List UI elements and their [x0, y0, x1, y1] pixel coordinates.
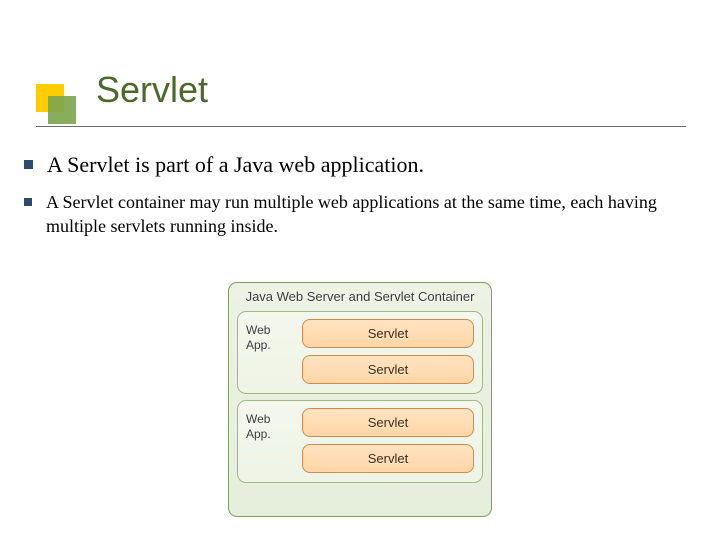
- bullet-icon: [24, 198, 32, 206]
- title-underline: [36, 126, 686, 127]
- servlet-box: Servlet: [302, 444, 474, 473]
- servlet-stack: Servlet Servlet: [302, 408, 474, 473]
- servlet-stack: Servlet Servlet: [302, 319, 474, 384]
- bullet-text: A Servlet container may run multiple web…: [46, 190, 686, 239]
- bullet-text: A Servlet is part of a Java web applicat…: [47, 150, 424, 180]
- list-item: A Servlet container may run multiple web…: [24, 190, 686, 239]
- servlet-box: Servlet: [302, 355, 474, 384]
- bullet-list: A Servlet is part of a Java web applicat…: [24, 150, 686, 248]
- webapp-label: Web App.: [246, 408, 294, 473]
- title-row: Servlet: [34, 70, 686, 110]
- webapp-box: Web App. Servlet Servlet: [237, 311, 483, 394]
- servlet-box: Servlet: [302, 408, 474, 437]
- slide: Servlet A Servlet is part of a Java web …: [0, 0, 720, 540]
- server-container-box: Java Web Server and Servlet Container We…: [228, 282, 492, 517]
- webapp-box: Web App. Servlet Servlet: [237, 400, 483, 483]
- architecture-diagram: Java Web Server and Servlet Container We…: [228, 282, 492, 517]
- list-item: A Servlet is part of a Java web applicat…: [24, 150, 686, 180]
- servlet-box: Servlet: [302, 319, 474, 348]
- slide-title: Servlet: [96, 70, 686, 110]
- title-decoration-icon: [34, 82, 80, 128]
- webapp-label: Web App.: [246, 319, 294, 384]
- bullet-icon: [24, 160, 33, 169]
- server-container-title: Java Web Server and Servlet Container: [237, 289, 483, 305]
